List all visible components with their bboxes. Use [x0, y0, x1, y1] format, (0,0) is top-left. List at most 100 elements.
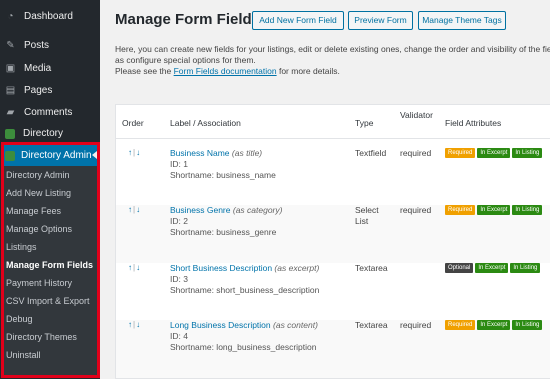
directory-icon: [5, 128, 15, 139]
menu-label: Posts: [24, 40, 50, 51]
order-controls: ↑|↓: [128, 320, 140, 329]
order-separator: |: [133, 205, 136, 214]
field-shortname: Shortname: business_genre: [170, 227, 277, 237]
intro-line-1: Here, you can create new fields for your…: [115, 44, 550, 54]
field-shortname: Shortname: long_business_description: [170, 342, 317, 352]
field-id: ID: 1: [170, 159, 188, 169]
attribute-badge: In Excerpt: [475, 263, 509, 273]
menu-item-dashboard[interactable]: ◔ Dashboard: [0, 5, 100, 28]
menu-label: Pages: [24, 85, 53, 96]
intro-text: Here, you can create new fields for your…: [115, 44, 550, 77]
preview-form-button[interactable]: Preview Form: [348, 11, 413, 30]
move-down-icon[interactable]: ↓: [136, 320, 140, 329]
table-row: ↑|↓ Short Business Description (as excerp…: [116, 263, 550, 321]
dashboard-icon: ◔: [7, 11, 14, 22]
menu-label: Comments: [24, 107, 73, 118]
attribute-badge: In Listing: [512, 205, 543, 215]
form-fields-documentation-link[interactable]: Form Fields documentation: [174, 66, 277, 76]
move-up-icon[interactable]: ↑: [128, 263, 132, 272]
label-cell: Short Business Description (as excerpt) I…: [170, 263, 350, 296]
attribute-badge: Optional: [445, 263, 474, 273]
move-down-icon[interactable]: ↓: [136, 148, 140, 157]
label-cell: Long Business Description (as content) ID…: [170, 320, 350, 353]
field-attributes: Required In Excerpt In Listing: [445, 320, 543, 330]
column-header-validator: Validator: [400, 110, 433, 120]
field-validator: required: [400, 320, 432, 330]
field-id: ID: 3: [170, 274, 188, 284]
attribute-badge: In Excerpt: [477, 320, 511, 330]
column-header-attributes: Field Attributes: [445, 118, 502, 128]
field-name-link[interactable]: Business Name: [170, 148, 230, 158]
attribute-badge: Required: [445, 320, 476, 330]
move-up-icon[interactable]: ↑: [128, 320, 132, 329]
admin-sidebar: ◔ Dashboard ✎ Posts ▣ Media ▤ Pages ▰ Co…: [0, 0, 100, 379]
intro-text-pre: Please see the: [115, 66, 174, 76]
page-title: Manage Form Fields: [115, 11, 261, 28]
intro-line-2: as configure special options for them.: [115, 55, 256, 65]
menu-item-posts[interactable]: ✎ Posts: [0, 34, 100, 57]
move-up-icon[interactable]: ↑: [128, 205, 132, 214]
table-row: ↑|↓ Long Business Description (as content…: [116, 320, 550, 378]
attribute-badge: Required: [445, 205, 476, 215]
move-up-icon[interactable]: ↑: [128, 148, 132, 157]
field-association: (as category): [232, 205, 283, 215]
menu-label: Directory: [23, 128, 64, 139]
order-separator: |: [133, 148, 136, 157]
attribute-badge: In Listing: [510, 263, 541, 273]
menu-label: Media: [24, 63, 52, 74]
attribute-badge: In Listing: [512, 148, 543, 158]
highlight-box: [1, 142, 100, 378]
column-header-order: Order: [122, 118, 144, 128]
menu-item-pages[interactable]: ▤ Pages: [0, 79, 100, 102]
add-new-form-field-button[interactable]: Add New Form Field: [252, 11, 344, 30]
order-controls: ↑|↓: [128, 263, 140, 272]
field-association: (as content): [273, 320, 318, 330]
menu-item-comments[interactable]: ▰ Comments: [0, 101, 100, 124]
header-divider: [116, 138, 550, 139]
table-row: ↑|↓ Business Genre (as category) ID: 2 Shor…: [116, 205, 550, 263]
order-separator: |: [133, 263, 136, 272]
field-attributes: Required In Excerpt In Listing: [445, 148, 543, 158]
field-shortname: Shortname: short_business_description: [170, 285, 320, 295]
order-controls: ↑|↓: [128, 148, 140, 157]
attribute-badge: In Excerpt: [477, 205, 511, 215]
field-type: Select List: [355, 205, 379, 226]
attribute-badge: In Excerpt: [477, 148, 511, 158]
label-cell: Business Genre (as category) ID: 2 Shortna…: [170, 205, 350, 238]
field-type: Textarea: [355, 263, 388, 273]
table-row: ↑|↓ Business Name (as title) ID: 1 Shortnam…: [116, 148, 550, 206]
field-name-link[interactable]: Long Business Description: [170, 320, 271, 330]
field-attributes: Required In Excerpt In Listing: [445, 205, 543, 215]
menu-label: Dashboard: [24, 11, 73, 22]
field-attributes: Optional In Excerpt In Listing: [445, 263, 541, 273]
field-id: ID: 4: [170, 331, 188, 341]
form-fields-table: Order Label / Association Type Validator…: [115, 104, 550, 379]
move-down-icon[interactable]: ↓: [136, 263, 140, 272]
column-header-type: Type: [355, 118, 374, 128]
intro-line-3: Please see the Form Fields documentation…: [115, 66, 550, 77]
attribute-badge: In Listing: [512, 320, 543, 330]
manage-theme-tags-button[interactable]: Manage Theme Tags: [418, 11, 506, 30]
column-header-label: Label / Association: [170, 118, 241, 128]
field-type: Textarea: [355, 320, 388, 330]
field-id: ID: 2: [170, 216, 188, 226]
field-association: (as excerpt): [274, 263, 320, 273]
move-down-icon[interactable]: ↓: [136, 205, 140, 214]
intro-text-post: for more details.: [276, 66, 340, 76]
label-cell: Business Name (as title) ID: 1 Shortname: …: [170, 148, 350, 181]
field-name-link[interactable]: Business Genre: [170, 205, 230, 215]
order-controls: ↑|↓: [128, 205, 140, 214]
field-association: (as title): [231, 148, 263, 158]
field-validator: required: [400, 205, 432, 215]
media-icon: ▣: [5, 63, 16, 74]
field-type: Textfield: [355, 148, 387, 158]
field-validator: required: [400, 148, 432, 158]
pages-icon: ▤: [5, 85, 16, 96]
pin-icon: ✎: [6, 40, 15, 51]
order-separator: |: [133, 320, 136, 329]
attribute-badge: Required: [445, 148, 476, 158]
field-shortname: Shortname: business_name: [170, 170, 276, 180]
comments-icon: ▰: [6, 107, 15, 118]
field-name-link[interactable]: Short Business Description: [170, 263, 272, 273]
menu-item-media[interactable]: ▣ Media: [0, 57, 100, 80]
